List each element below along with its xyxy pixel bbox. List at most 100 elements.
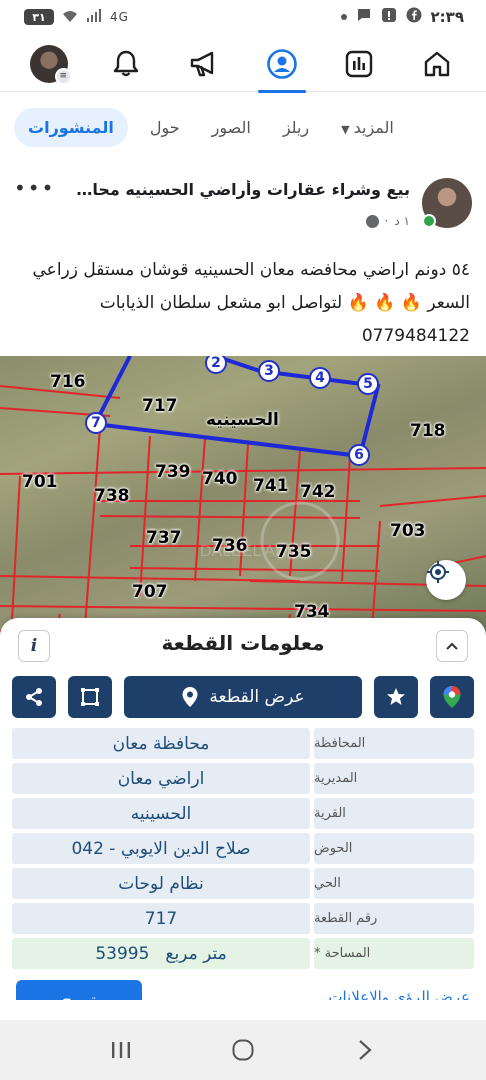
notifications-tab[interactable]	[96, 39, 156, 89]
bell-icon	[114, 50, 139, 76]
panel-actions: عرض القطعة	[0, 676, 486, 722]
profile-tabs: المنشورات حول الصور ريلز المزيد▼	[0, 104, 486, 150]
more-options-icon[interactable]: •••	[14, 176, 55, 200]
table-row: الحسينيه القرية	[12, 798, 474, 829]
tab-about[interactable]: حول	[140, 110, 190, 145]
table-row: اراضي معان المديرية	[12, 763, 474, 794]
globe-icon	[365, 214, 379, 228]
row-value: نظام لوحات	[12, 868, 310, 899]
locate-button[interactable]	[426, 560, 466, 600]
google-maps-icon	[443, 686, 461, 708]
dashboard-tab[interactable]	[329, 39, 389, 89]
post-footer-strip	[0, 1000, 486, 1020]
row-label: المديرية	[314, 763, 474, 794]
row-label: رقم القطعة	[314, 903, 474, 934]
parcel-label: 717	[142, 396, 178, 416]
tab-more[interactable]: المزيد▼	[331, 110, 404, 145]
post-header: بيع وشراء عقارات وأراضي الحسينيه محافظة.…	[0, 170, 486, 240]
chevron-right-icon	[359, 1040, 372, 1060]
row-label: المحافظة	[314, 728, 474, 759]
vertex-marker: 6	[348, 444, 370, 466]
notification-dot-icon	[340, 14, 347, 20]
tab-photos[interactable]: الصور	[202, 110, 261, 145]
share-button[interactable]	[12, 676, 56, 718]
menu-avatar-button[interactable]: ≡	[19, 39, 79, 89]
avatar: ≡	[29, 44, 72, 85]
wifi-icon	[62, 9, 78, 26]
post-author-name[interactable]: بيع وشراء عقارات وأراضي الحسينيه محافظة.…	[70, 180, 410, 199]
google-maps-button[interactable]	[430, 676, 474, 718]
area-value: متر مربع 53995	[95, 944, 226, 964]
recent-apps-icon	[112, 1042, 130, 1058]
price-label: السعر	[427, 293, 470, 313]
row-label: المساحة *	[314, 938, 474, 969]
clock: ٢:٣٩	[430, 8, 464, 26]
fire-emoji: 🔥	[400, 293, 422, 313]
row-label: القرية	[314, 798, 474, 829]
table-row: 717 رقم القطعة	[12, 903, 474, 934]
table-row: نظام لوحات الحي	[12, 868, 474, 899]
post-time[interactable]: ١ د	[394, 214, 410, 228]
favorite-button[interactable]	[374, 676, 418, 718]
area-unit: متر مربع	[165, 943, 227, 964]
back-button[interactable]	[345, 1030, 385, 1070]
show-parcel-button[interactable]: عرض القطعة	[124, 676, 362, 718]
post-image[interactable]: DALEEL ARD 716 717 718 701 738 739 740 7…	[0, 356, 486, 1020]
post-line-1: ٥٤ دونم اراضي محافضه معان الحسينيه قوشان…	[32, 260, 471, 280]
message-icon	[356, 7, 372, 27]
megaphone-icon	[190, 51, 214, 76]
parcel-label: 738	[94, 486, 130, 506]
contact-text: لتواصل ابو مشعل سلطان الذيابات	[99, 293, 343, 313]
show-parcel-label: عرض القطعة	[209, 687, 305, 707]
info-icon[interactable]: i	[18, 630, 50, 662]
recent-apps-button[interactable]	[101, 1030, 141, 1070]
parcel-label: 739	[155, 462, 191, 482]
fire-emoji: 🔥	[374, 293, 396, 313]
tab-posts[interactable]: المنشورات	[14, 107, 128, 147]
post-line-2: السعر 🔥 🔥 🔥 لتواصل ابو مشعل سلطان الذياب…	[10, 287, 470, 320]
info-table: محافظة معان المحافظة اراضي معان المديرية…	[12, 728, 474, 973]
parcel-label: 701	[22, 472, 58, 492]
post-text: ٥٤ دونم اراضي محافضه معان الحسينيه قوشان…	[10, 254, 471, 353]
village-label: الحسينيه	[206, 410, 279, 430]
row-value: اراضي معان	[12, 763, 310, 794]
alert-icon	[381, 7, 397, 27]
parcel-label: 740	[202, 469, 238, 489]
parcel-label: 707	[132, 582, 168, 602]
location-pin-icon	[182, 687, 198, 707]
status-right: ٢:٣٩	[340, 7, 464, 27]
battery-icon: ٣١	[24, 9, 54, 25]
share-icon	[26, 688, 42, 706]
dashboard-icon	[346, 50, 373, 77]
tab-more-label: المزيد	[353, 117, 394, 137]
row-value: صلاح الدين الايوبي - 042	[12, 833, 310, 864]
area-number: 53995	[95, 943, 150, 964]
tab-reels[interactable]: ريلز	[273, 110, 319, 145]
panel-header: i معلومات القطعة	[0, 618, 486, 668]
menu-icon: ≡	[54, 67, 72, 85]
home-button[interactable]	[223, 1030, 263, 1070]
polygon-icon	[81, 688, 99, 706]
row-value: 717	[12, 903, 310, 934]
ads-tab[interactable]	[174, 39, 234, 89]
vertex-marker: 5	[357, 373, 379, 395]
parcel-label: 742	[300, 482, 336, 502]
signal-icon	[86, 8, 102, 26]
row-label: الحوض	[314, 833, 474, 864]
home-tab[interactable]	[407, 39, 467, 89]
parcel-label: 716	[50, 372, 86, 392]
home-icon	[424, 51, 450, 76]
chevron-up-icon[interactable]	[436, 630, 468, 662]
profile-tab[interactable]	[252, 39, 312, 93]
profile-icon	[266, 48, 297, 79]
vertex-marker: 3	[258, 360, 280, 382]
caret-down-icon: ▼	[341, 122, 350, 136]
vertex-marker: 7	[85, 412, 107, 434]
boundary-button[interactable]	[68, 676, 112, 718]
parcel-label: 741	[253, 476, 289, 496]
parcel-info-panel: i معلومات القطعة عرض القطعة محافظة معان …	[0, 618, 486, 1020]
crosshair-icon	[427, 561, 449, 583]
parcel-lines: DALEEL ARD	[0, 356, 486, 656]
parcel-label: 737	[146, 528, 182, 548]
phone-number[interactable]: 0779484122	[10, 320, 470, 353]
